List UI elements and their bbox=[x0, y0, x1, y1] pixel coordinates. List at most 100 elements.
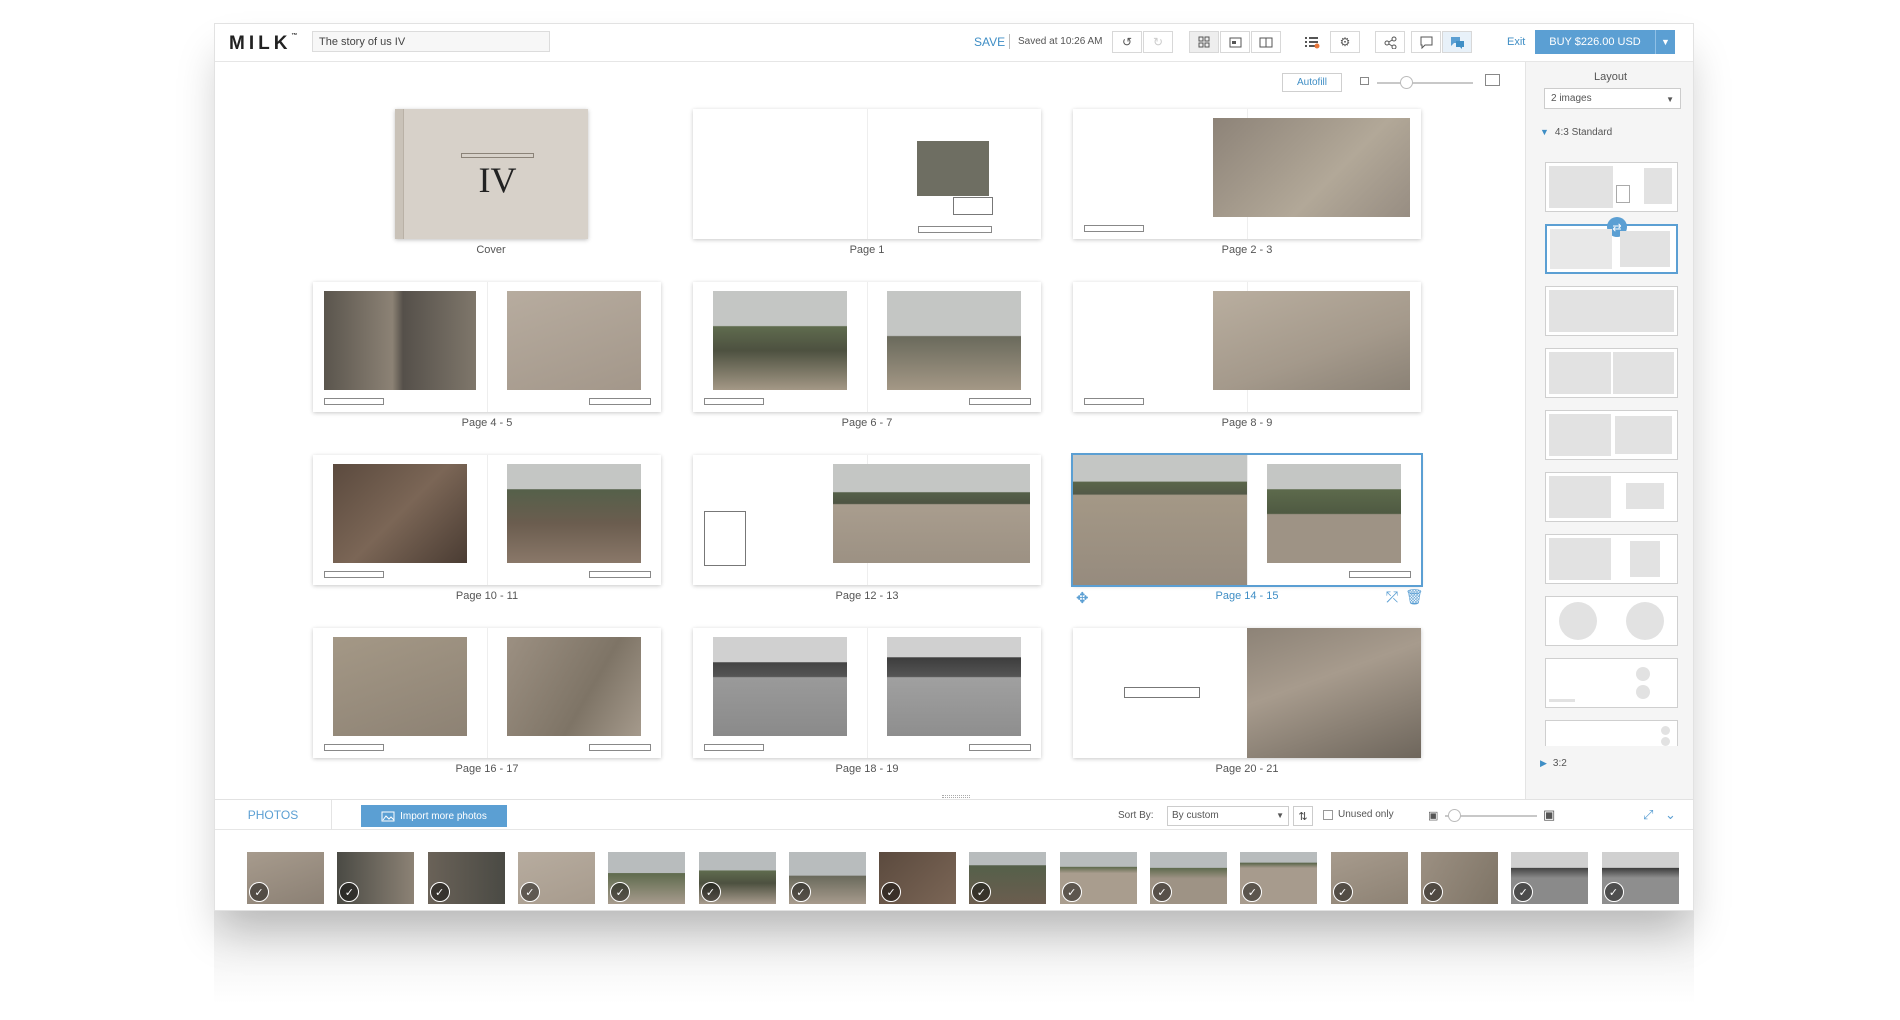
page-spread[interactable] bbox=[693, 628, 1041, 758]
photo[interactable] bbox=[887, 637, 1021, 736]
large-thumb-icon[interactable]: ▣ bbox=[1543, 807, 1555, 823]
trash-icon[interactable]: 🗑 bbox=[1405, 588, 1424, 606]
text-frame[interactable] bbox=[953, 197, 993, 215]
zoom-in-icon[interactable] bbox=[1485, 74, 1500, 86]
page-spread-selected[interactable] bbox=[1071, 453, 1423, 587]
undo-button[interactable]: ↺ bbox=[1112, 31, 1142, 53]
layout-thumbnail[interactable] bbox=[1545, 410, 1678, 460]
caption-box[interactable] bbox=[589, 571, 651, 578]
photo[interactable] bbox=[324, 291, 476, 390]
zoom-slider-handle[interactable] bbox=[1399, 76, 1413, 89]
caption-box[interactable] bbox=[1084, 225, 1144, 232]
caption-box[interactable] bbox=[589, 398, 651, 405]
autofill-button[interactable]: Autofill bbox=[1282, 73, 1342, 92]
photo-thumbnail[interactable]: ✓ bbox=[608, 852, 686, 904]
book-cover[interactable]: IV bbox=[395, 109, 588, 239]
page-spread[interactable] bbox=[1073, 628, 1421, 758]
zoom-slider[interactable] bbox=[1377, 82, 1473, 84]
layout-select[interactable]: 2 images ▼ bbox=[1544, 88, 1681, 109]
shuffle-icon[interactable]: ⤱ bbox=[1386, 589, 1398, 606]
caption-box[interactable] bbox=[1084, 398, 1144, 405]
buy-button[interactable]: BUY $226.00 USD ▼ bbox=[1535, 30, 1675, 54]
photo-thumbnail[interactable]: ✓ bbox=[879, 852, 957, 904]
caption-box[interactable] bbox=[324, 398, 384, 405]
project-title-input[interactable] bbox=[312, 31, 550, 52]
photo-thumbnail[interactable]: ✓ bbox=[247, 852, 324, 904]
photo-thumbnail[interactable]: ✓ bbox=[698, 852, 776, 904]
photo[interactable] bbox=[887, 291, 1021, 390]
photo-thumbnail[interactable]: ✓ bbox=[337, 852, 415, 904]
import-photos-button[interactable]: Import more photos bbox=[361, 805, 507, 827]
sort-direction-button[interactable]: ⇅ bbox=[1293, 806, 1313, 826]
layout-thumbnail[interactable] bbox=[1545, 720, 1678, 746]
chevron-down-icon[interactable]: ▼ bbox=[1655, 30, 1675, 54]
chevron-down-icon[interactable]: ⌄ bbox=[1665, 807, 1676, 823]
layout-thumbnail[interactable] bbox=[1545, 596, 1678, 646]
photo[interactable] bbox=[507, 637, 641, 736]
photo[interactable] bbox=[917, 141, 989, 196]
photo[interactable] bbox=[333, 637, 467, 736]
caption-box[interactable] bbox=[324, 571, 384, 578]
move-spread-icon[interactable]: ✥ bbox=[1076, 589, 1089, 607]
photo[interactable] bbox=[713, 291, 847, 390]
layout-thumbnail[interactable] bbox=[1545, 534, 1678, 584]
expand-icon[interactable]: ⤢ bbox=[1643, 807, 1653, 823]
photo-thumbnail[interactable]: ✓ bbox=[1601, 852, 1679, 904]
caption-box[interactable] bbox=[704, 744, 764, 751]
layout-thumbnail[interactable] bbox=[1545, 162, 1678, 212]
caption-box[interactable] bbox=[969, 398, 1031, 405]
caption-box[interactable] bbox=[918, 226, 992, 233]
photo-thumbnail[interactable]: ✓ bbox=[1511, 852, 1589, 904]
image-frame[interactable] bbox=[704, 511, 746, 566]
page-spread[interactable] bbox=[1073, 109, 1421, 239]
redo-button[interactable]: ↻ bbox=[1143, 31, 1173, 53]
photo[interactable] bbox=[1267, 464, 1401, 563]
photo-thumbnail[interactable]: ✓ bbox=[969, 852, 1047, 904]
comment-button[interactable] bbox=[1411, 31, 1441, 53]
layout-thumbnail[interactable] bbox=[1545, 286, 1678, 336]
unused-only-checkbox[interactable] bbox=[1323, 809, 1333, 820]
layout-thumbnail[interactable] bbox=[1545, 348, 1678, 398]
share-button[interactable] bbox=[1375, 31, 1405, 53]
page-spread[interactable] bbox=[313, 455, 661, 585]
checklist-button[interactable] bbox=[1297, 31, 1327, 53]
grid-view-button[interactable] bbox=[1189, 31, 1219, 53]
settings-button[interactable]: ⚙ bbox=[1330, 31, 1360, 53]
caption-box[interactable] bbox=[1349, 571, 1411, 578]
photo[interactable] bbox=[1247, 628, 1421, 758]
section-4-3-standard[interactable]: ▼ 4:3 Standard bbox=[1540, 127, 1612, 138]
caption-box[interactable] bbox=[589, 744, 651, 751]
photo-thumbnail[interactable]: ✓ bbox=[517, 852, 595, 904]
photo-thumbnail[interactable]: ✓ bbox=[788, 852, 866, 904]
photo[interactable] bbox=[833, 464, 1030, 563]
save-button[interactable]: SAVE bbox=[974, 35, 1005, 49]
page-spread[interactable] bbox=[693, 109, 1041, 239]
exit-link[interactable]: Exit bbox=[1507, 36, 1525, 48]
caption-box[interactable] bbox=[324, 744, 384, 751]
chat-button[interactable] bbox=[1442, 31, 1472, 53]
page-spread[interactable] bbox=[313, 628, 661, 758]
section-3-2[interactable]: ▶ 3:2 bbox=[1540, 758, 1567, 769]
photo[interactable] bbox=[507, 291, 641, 390]
text-frame[interactable] bbox=[1124, 687, 1200, 698]
thumb-size-slider-handle[interactable] bbox=[1448, 809, 1462, 822]
resize-grip[interactable] bbox=[942, 795, 970, 798]
photo[interactable] bbox=[1213, 118, 1410, 217]
small-thumb-icon[interactable]: ▣ bbox=[1428, 809, 1438, 822]
page-spread[interactable] bbox=[1073, 282, 1421, 412]
sort-select[interactable]: By custom ▼ bbox=[1167, 806, 1289, 826]
zoom-out-icon[interactable] bbox=[1360, 77, 1369, 85]
photos-tab[interactable]: PHOTOS bbox=[215, 800, 332, 830]
unused-only-toggle[interactable]: Unused only bbox=[1323, 809, 1394, 820]
photo[interactable] bbox=[1073, 455, 1247, 585]
photo[interactable] bbox=[333, 464, 467, 563]
photo-thumbnail[interactable]: ✓ bbox=[427, 852, 505, 904]
layout-thumbnail-selected[interactable]: ⇄ bbox=[1545, 217, 1678, 274]
photo[interactable] bbox=[1213, 291, 1410, 390]
spread-view-button[interactable] bbox=[1251, 31, 1281, 53]
page-spread[interactable] bbox=[693, 282, 1041, 412]
layout-thumbnail[interactable] bbox=[1545, 472, 1678, 522]
photo-thumbnail[interactable]: ✓ bbox=[1420, 852, 1498, 904]
page-view-button[interactable] bbox=[1220, 31, 1250, 53]
photo[interactable] bbox=[713, 637, 847, 736]
